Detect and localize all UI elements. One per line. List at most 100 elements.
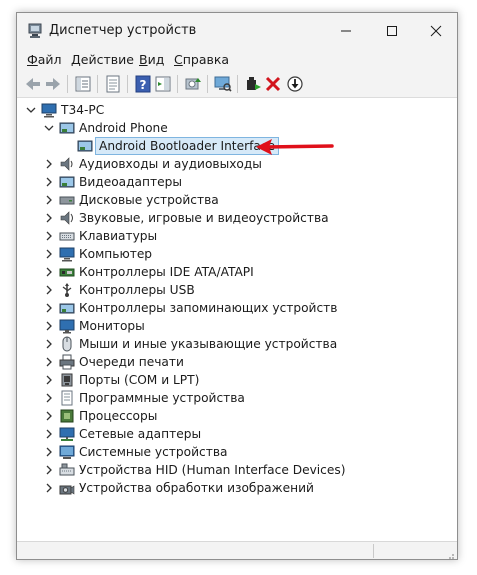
category-label: Мониторы (79, 319, 145, 333)
enable-device-icon[interactable] (243, 74, 263, 94)
category-label: Дисковые устройства (79, 193, 219, 207)
tree-category[interactable]: Мониторы (43, 317, 145, 335)
chevron-right-icon[interactable] (43, 443, 55, 461)
category-label: Процессоры (79, 409, 158, 423)
menu-bar: Файл Действие Вид Справка (17, 49, 457, 71)
category-label: Порты (COM и LPT) (79, 373, 200, 387)
tree-category[interactable]: Звуковые, игровые и видеоустройства (43, 209, 329, 227)
chevron-right-icon[interactable] (43, 281, 55, 299)
close-button[interactable] (413, 13, 457, 49)
chevron-right-icon[interactable] (43, 461, 55, 479)
hid-device-icon (59, 462, 75, 478)
category-label: Клавиатуры (79, 229, 158, 243)
toolbar-separator (237, 75, 238, 93)
chevron-right-icon[interactable] (43, 353, 55, 371)
sound-device-icon (59, 210, 75, 226)
show-hide-tree-icon[interactable] (73, 74, 93, 94)
tree-category[interactable]: Аудиовходы и аудиовыходы (43, 155, 262, 173)
chevron-right-icon[interactable] (43, 245, 55, 263)
tree-category[interactable]: Компьютер (43, 245, 152, 263)
chevron-right-icon[interactable] (43, 155, 55, 173)
tree-category[interactable]: Сетевые адаптеры (43, 425, 201, 443)
chevron-down-icon[interactable] (43, 119, 55, 137)
chevron-right-icon[interactable] (43, 191, 55, 209)
back-icon[interactable] (23, 74, 43, 94)
monitor-icon (59, 318, 75, 334)
tree-category[interactable]: Дисковые устройства (43, 191, 219, 209)
tree-category[interactable]: Устройства HID (Human Interface Devices) (43, 461, 346, 479)
category-label: Устройства HID (Human Interface Devices) (79, 463, 346, 477)
scan-hardware-icon[interactable] (213, 74, 233, 94)
chevron-right-icon[interactable] (43, 425, 55, 443)
device-label: Android Bootloader Interface (95, 137, 280, 155)
category-label: Android Phone (79, 121, 168, 135)
title-bar[interactable]: Диспетчер устройств (17, 13, 457, 49)
help-icon[interactable]: ? (133, 74, 153, 94)
tree-category[interactable]: Контроллеры запоминающих устройств (43, 299, 337, 317)
tree-category[interactable]: Системные устройства (43, 443, 227, 461)
tree-category[interactable]: Процессоры (43, 407, 157, 425)
chevron-right-icon[interactable] (43, 335, 55, 353)
tree-category[interactable]: Очереди печати (43, 353, 184, 371)
category-label: Системные устройства (79, 445, 228, 459)
update-driver-icon[interactable] (183, 74, 203, 94)
printer-icon (59, 354, 75, 370)
disk-drive-icon (59, 192, 75, 208)
category-label: Звуковые, игровые и видеоустройства (79, 211, 329, 225)
tree-category[interactable]: Программные устройства (43, 389, 245, 407)
menu-file[interactable]: Файл (27, 52, 62, 67)
chevron-right-icon[interactable] (43, 317, 55, 335)
properties-icon[interactable] (103, 74, 123, 94)
chevron-right-icon[interactable] (43, 479, 55, 497)
tree-category[interactable]: Устройства обработки изображений (43, 479, 314, 497)
processor-icon (59, 408, 75, 424)
chevron-right-icon[interactable] (43, 209, 55, 227)
device-tree[interactable]: T34-PC Android Phone Android Bootloader … (19, 99, 455, 539)
tree-category[interactable]: Мыши и иные указывающие устройства (43, 335, 337, 353)
tree-category[interactable]: Контроллеры USB (43, 281, 195, 299)
disable-device-icon[interactable] (285, 74, 305, 94)
chevron-right-icon[interactable] (43, 263, 55, 281)
tree-category[interactable]: Контроллеры IDE ATA/ATAPI (43, 263, 254, 281)
toolbar-separator (177, 75, 178, 93)
chevron-right-icon[interactable] (43, 407, 55, 425)
resize-grip-icon[interactable] (445, 548, 455, 559)
red-arrow-annotation (256, 139, 334, 155)
tree-category[interactable]: Порты (COM и LPT) (43, 371, 199, 389)
software-device-icon (59, 390, 75, 406)
speaker-icon (59, 156, 75, 172)
display-adapter-icon (59, 174, 75, 190)
category-label: Мыши и иные указывающие устройства (79, 337, 338, 351)
menu-action[interactable]: Действие (71, 52, 134, 67)
menu-view[interactable]: Вид (139, 52, 164, 67)
phone-category-icon (59, 120, 75, 136)
device-manager-window: Диспетчер устройств Файл Действие Вид Сп… (16, 12, 458, 560)
chevron-right-icon[interactable] (43, 371, 55, 389)
uninstall-device-icon[interactable] (263, 74, 283, 94)
category-label: Очереди печати (79, 355, 184, 369)
category-label: Сетевые адаптеры (79, 427, 202, 441)
status-bar (17, 541, 457, 559)
chevron-right-icon[interactable] (43, 389, 55, 407)
minimize-button[interactable] (323, 13, 369, 49)
tree-root[interactable]: T34-PC (25, 101, 104, 119)
category-label: Контроллеры запоминающих устройств (79, 301, 338, 315)
chevron-right-icon[interactable] (43, 173, 55, 191)
tree-category[interactable]: Клавиатуры (43, 227, 157, 245)
action-pane-icon[interactable] (153, 74, 173, 94)
ide-controller-icon (59, 264, 75, 280)
tree-device-android-bootloader-interface[interactable]: Android Bootloader Interface (77, 137, 280, 155)
category-label: Аудиовходы и аудиовыходы (79, 157, 262, 171)
port-icon (59, 372, 75, 388)
chevron-right-icon[interactable] (43, 299, 55, 317)
tree-category[interactable]: Видеоадаптеры (43, 173, 182, 191)
tree-category-android-phone[interactable]: Android Phone (43, 119, 168, 137)
menu-help[interactable]: Справка (174, 52, 229, 67)
svg-text:?: ? (140, 78, 147, 92)
chevron-down-icon[interactable] (25, 101, 37, 119)
forward-icon[interactable] (43, 74, 63, 94)
system-device-icon (59, 444, 75, 460)
maximize-button[interactable] (369, 13, 415, 49)
toolbar-separator (97, 75, 98, 93)
chevron-right-icon[interactable] (43, 227, 55, 245)
